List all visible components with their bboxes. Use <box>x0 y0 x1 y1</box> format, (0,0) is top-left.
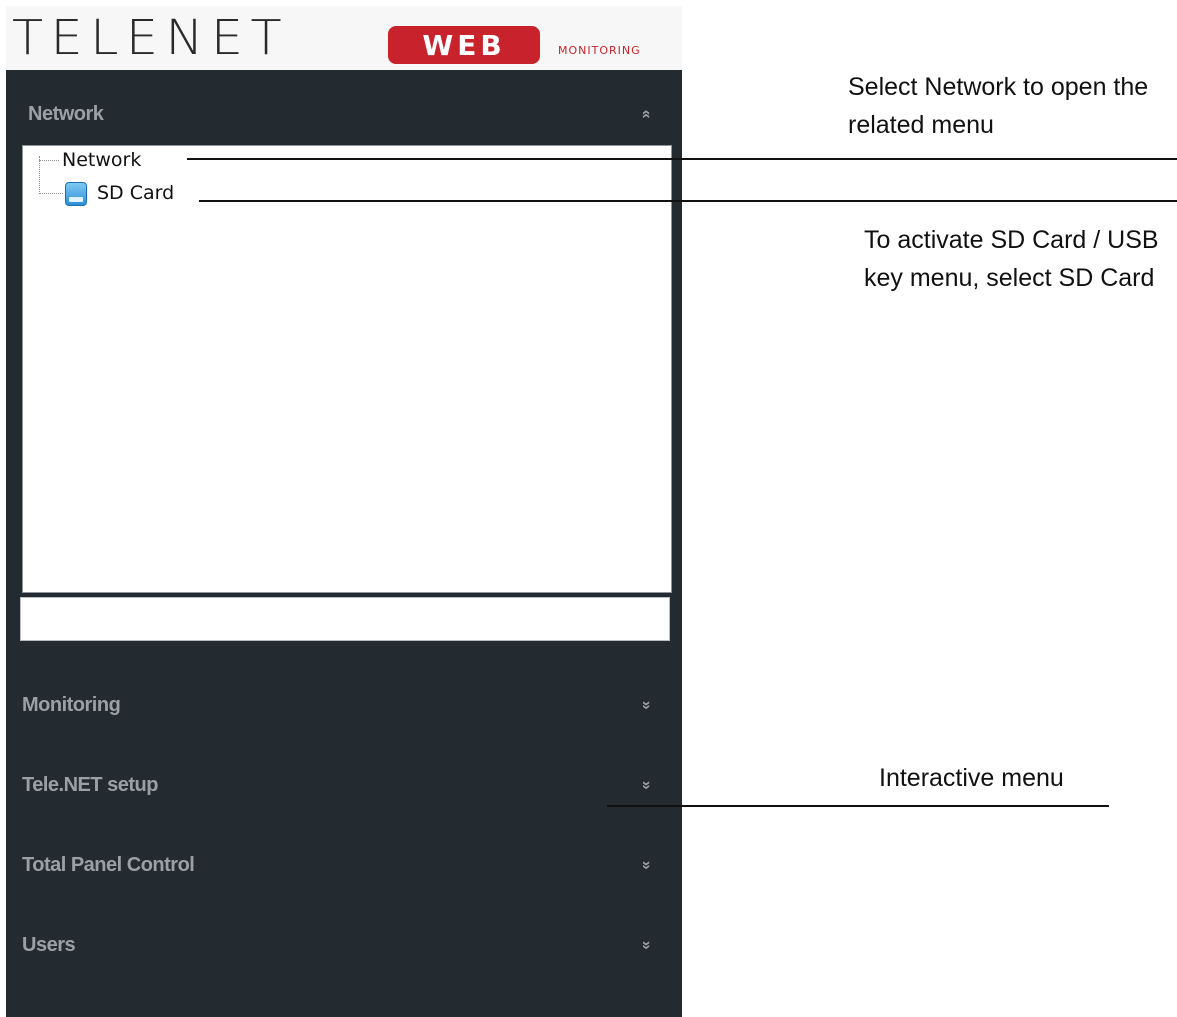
section-total-panel-control-label: Total Panel Control <box>22 854 195 876</box>
section-total-panel-control-header[interactable]: Total Panel Control » <box>6 830 682 900</box>
tree-connector <box>39 156 40 194</box>
annotation-sd-card: To activate SD Card / USB key menu, sele… <box>864 226 1159 292</box>
callout-line-sd-card <box>199 200 1177 202</box>
tree-connector <box>39 160 59 161</box>
chevron-up-icon[interactable]: « <box>637 110 655 118</box>
chevron-down-icon[interactable]: » <box>637 781 655 789</box>
section-telenet-setup-header[interactable]: Tele.NET setup » <box>6 750 682 820</box>
tree-filter-input[interactable] <box>20 597 670 641</box>
section-users-label: Users <box>22 934 76 956</box>
tree-connector <box>39 193 63 194</box>
app-logo: TELENET WEB MONITORING <box>6 6 682 70</box>
chevron-down-icon[interactable]: » <box>637 701 655 709</box>
logo-web-badge: WEB <box>388 26 540 64</box>
tree-item-network[interactable]: Network <box>62 149 141 171</box>
section-network-header[interactable]: Network « <box>6 72 682 142</box>
section-network-label: Network <box>28 103 104 125</box>
callout-line-interactive-menu <box>607 805 1109 807</box>
chevron-down-icon[interactable]: » <box>637 861 655 869</box>
section-monitoring-label: Monitoring <box>22 694 121 716</box>
callout-line-network <box>187 158 1177 160</box>
logo-tagline: MONITORING <box>558 44 641 57</box>
section-users-header[interactable]: Users » <box>6 910 682 980</box>
section-telenet-setup-label: Tele.NET setup <box>22 774 159 796</box>
chevron-down-icon[interactable]: » <box>637 941 655 949</box>
tree-item-sd-card[interactable]: SD Card <box>97 182 174 204</box>
annotation-interactive-menu: Interactive menu <box>879 764 1064 792</box>
sidebar-panel: Network « Network SD Card Monitoring » T… <box>6 70 682 1017</box>
network-tree: Network SD Card <box>22 145 672 593</box>
section-monitoring-header[interactable]: Monitoring » <box>6 670 682 740</box>
annotation-network: Select Network to open the related menu <box>848 73 1149 139</box>
logo-brand-text: TELENET <box>12 10 289 66</box>
sd-card-icon[interactable] <box>65 182 87 206</box>
